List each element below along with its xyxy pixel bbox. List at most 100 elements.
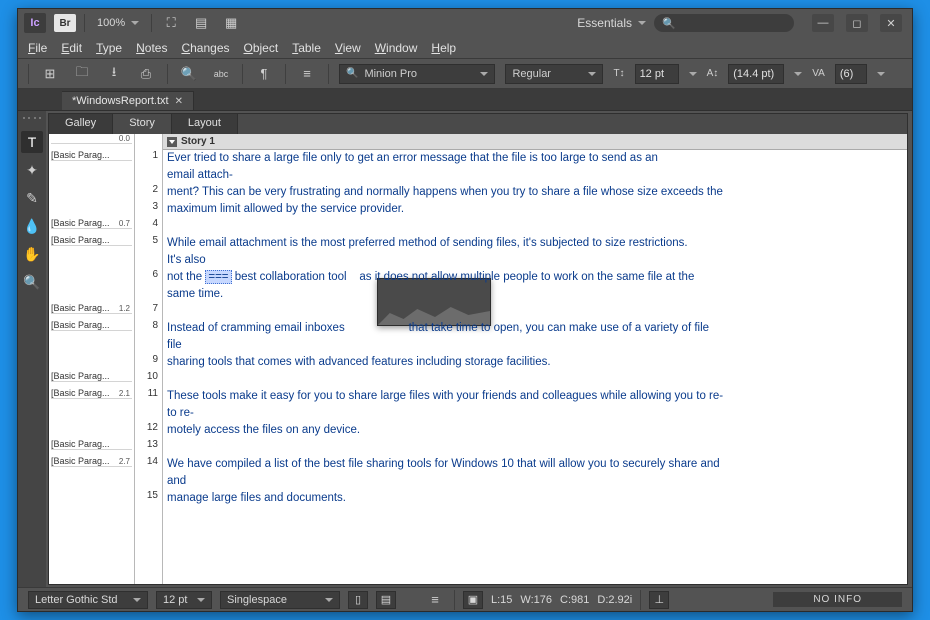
chevron-down-icon[interactable] (794, 72, 802, 76)
overset-icon[interactable]: ⊥ (649, 591, 669, 609)
workspace-switcher[interactable]: Essentials (577, 16, 646, 30)
window-controls: — ◻ ✕ (812, 14, 902, 32)
line-number: 11 (148, 388, 158, 399)
tab-layout[interactable]: Layout (172, 114, 238, 134)
new-icon[interactable]: ⊞ (39, 63, 61, 85)
story-line[interactable]: It's also (167, 252, 903, 269)
para-style-row[interactable]: [Basic Parag...2.7 (51, 456, 132, 467)
bridge-icon[interactable]: Br (54, 14, 76, 32)
menu-help[interactable]: Help (431, 41, 456, 55)
line-number-column: 123456789101112131415 (135, 134, 163, 584)
menu-object[interactable]: Object (244, 41, 279, 55)
story-line[interactable]: and (167, 473, 903, 490)
story-line[interactable]: maximum limit allowed by the service pro… (167, 201, 903, 218)
story-line[interactable]: These tools make it easy for you to shar… (167, 388, 903, 405)
divider (167, 64, 168, 84)
kerning-icon: VA (812, 68, 825, 79)
font-size-field[interactable]: 12 pt (635, 64, 679, 84)
story-line[interactable]: While email attachment is the most prefe… (167, 235, 903, 252)
story-line[interactable]: motely access the files on any device. (167, 422, 903, 439)
control-bar: ⊞ 🗀 ⭳ ⎙ 🔍 abc ¶ ≡ 🔍 Minion Pro Regular T… (18, 59, 912, 89)
menu-edit[interactable]: Edit (61, 41, 82, 55)
para-style-row[interactable]: 0.0 (51, 134, 132, 144)
workspace-name: Essentials (577, 16, 632, 30)
story-line[interactable]: to re- (167, 405, 903, 422)
close-icon[interactable]: ✕ (175, 96, 183, 107)
hand-tool[interactable]: ✋ (21, 243, 43, 265)
find-icon[interactable]: 🔍 (178, 63, 200, 85)
view-mode-a-icon[interactable]: ▯ (348, 591, 368, 609)
pilcrow-icon[interactable]: ¶ (253, 63, 275, 85)
spellcheck-icon[interactable]: abc (210, 63, 232, 85)
menu-changes[interactable]: Changes (181, 41, 229, 55)
kerning-field[interactable]: (6) (835, 64, 867, 84)
print-icon[interactable]: ⎙ (135, 63, 157, 85)
lines-icon[interactable]: ≡ (424, 589, 446, 611)
menu-window[interactable]: Window (375, 41, 418, 55)
story-line[interactable]: email attach- (167, 167, 903, 184)
story-line[interactable]: file (167, 337, 903, 354)
story-text-column[interactable]: Story 1 Ever tried to share a large file… (163, 134, 907, 584)
chevron-down-icon[interactable] (877, 72, 885, 76)
open-icon[interactable]: 🗀 (71, 63, 93, 85)
menu-notes[interactable]: Notes (136, 41, 167, 55)
title-bar: Ic Br 100% ⛶ ▤ ▦ Essentials 🔍 — ◻ ✕ (18, 9, 912, 37)
screen-mode-icon[interactable]: ⛶ (160, 12, 182, 34)
view-mode-b-icon[interactable]: ▤ (376, 591, 396, 609)
zoom-tool[interactable]: 🔍 (21, 271, 43, 293)
para-style-row[interactable]: [Basic Parag... (51, 235, 132, 246)
status-font-select[interactable]: Letter Gothic Std (28, 591, 148, 609)
document-tab[interactable]: *WindowsReport.txt ✕ (62, 91, 194, 110)
arrange-icon[interactable]: ▤ (190, 12, 212, 34)
story-line[interactable]: manage large files and documents. (167, 490, 903, 507)
para-style-row[interactable]: [Basic Parag...2.1 (51, 388, 132, 399)
para-style-row[interactable]: [Basic Parag... (51, 439, 132, 450)
chevron-down-icon[interactable] (689, 72, 697, 76)
status-size-select[interactable]: 12 pt (156, 591, 212, 609)
tab-story[interactable]: Story (113, 114, 172, 134)
para-style-row[interactable]: [Basic Parag...1.2 (51, 303, 132, 314)
line-number: 1 (152, 150, 158, 161)
line-number: 15 (147, 490, 158, 501)
minimize-button[interactable]: — (812, 14, 834, 32)
leading-field[interactable]: (14.4 pt) (728, 64, 784, 84)
story-line[interactable]: same time. (167, 286, 903, 303)
story-line[interactable]: not the === best collaboration tool as i… (167, 269, 903, 286)
para-style-row[interactable]: [Basic Parag... (51, 371, 132, 382)
zoom-level[interactable]: 100% (93, 17, 143, 29)
para-style-row[interactable]: [Basic Parag... (51, 150, 132, 161)
story-line[interactable]: Instead of cramming email inboxes that t… (167, 320, 903, 337)
save-icon[interactable]: ⭳ (103, 63, 125, 85)
drag-handle[interactable] (23, 117, 41, 121)
tab-galley[interactable]: Galley (49, 114, 113, 134)
help-search[interactable]: 🔍 (654, 14, 794, 32)
story-line[interactable]: ment? This can be very frustrating and n… (167, 184, 903, 201)
text-tool[interactable]: T (21, 131, 43, 153)
status-no-info: NO INFO (773, 592, 902, 607)
menu-view[interactable]: View (335, 41, 361, 55)
para-style-row[interactable]: [Basic Parag...0.7 (51, 218, 132, 229)
story-line[interactable]: Ever tried to share a large file only to… (167, 150, 903, 167)
story-line[interactable]: We have compiled a list of the best file… (167, 456, 903, 473)
close-button[interactable]: ✕ (880, 14, 902, 32)
view-tabs: Galley Story Layout (49, 114, 907, 134)
wand-tool[interactable]: ✦ (21, 159, 43, 181)
story-line[interactable]: sharing tools that comes with advanced f… (167, 354, 903, 371)
menu-file[interactable]: File (28, 41, 47, 55)
menu-type[interactable]: Type (96, 41, 122, 55)
note-tool[interactable]: ✎ (21, 187, 43, 209)
font-family-select[interactable]: 🔍 Minion Pro (339, 64, 495, 84)
eyedropper-tool[interactable]: 💧 (21, 215, 43, 237)
font-style-select[interactable]: Regular (505, 64, 603, 84)
maximize-button[interactable]: ◻ (846, 14, 868, 32)
status-spacing-select[interactable]: Singlespace (220, 591, 340, 609)
lines-icon[interactable]: ≡ (296, 63, 318, 85)
line-number: 12 (147, 422, 158, 433)
grid-icon[interactable]: ▦ (220, 12, 242, 34)
menu-table[interactable]: Table (292, 41, 321, 55)
search-icon: 🔍 (662, 17, 676, 30)
para-style-row[interactable]: [Basic Parag... (51, 320, 132, 331)
info-toggle-icon[interactable]: ▣ (463, 591, 483, 609)
story-dropdown-icon[interactable] (167, 137, 177, 147)
story-header[interactable]: Story 1 (163, 134, 907, 150)
